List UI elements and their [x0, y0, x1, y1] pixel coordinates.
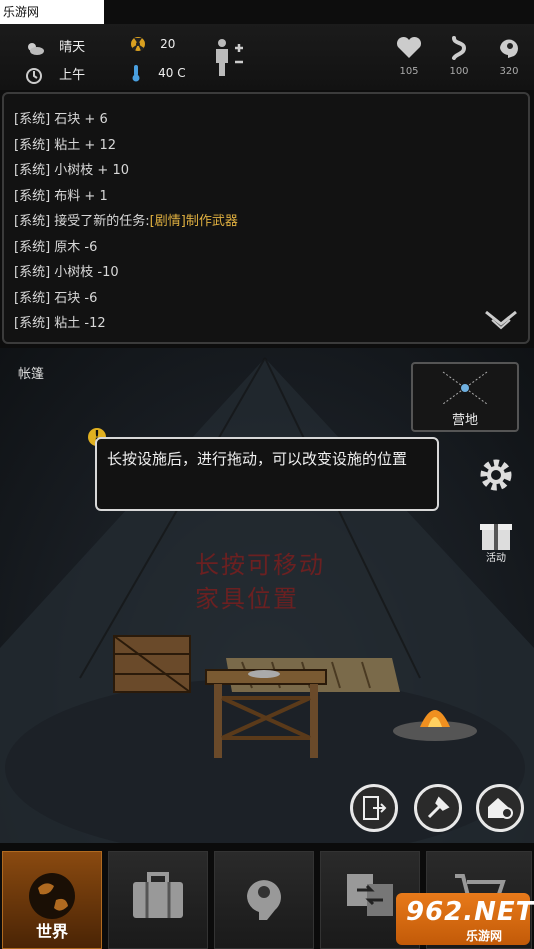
tab-world[interactable]: 世界 — [2, 851, 102, 949]
tab-world-label: 世界 — [35, 922, 68, 941]
radiation-value: 20 — [160, 36, 176, 51]
exit-icon — [363, 796, 387, 820]
temperature-status: 40 C — [130, 64, 186, 82]
tab-inventory[interactable] — [108, 851, 208, 949]
logo-text: 962.NET — [406, 897, 534, 927]
exit-button[interactable] — [350, 784, 398, 832]
log-line: [系统] 粘土 -12 — [14, 316, 106, 331]
site-watermark: 乐游网 www.962.net — [0, 0, 104, 43]
gear-icon — [480, 459, 512, 491]
hint-tooltip: 长按设施后，进行拖动，可以改变设施的位置 — [95, 437, 439, 511]
hunger-value: 100 — [449, 66, 469, 77]
log-line: [系统] 小树枝 -10 — [14, 265, 119, 280]
home-gear-icon — [488, 798, 513, 819]
log-line: [系统] 石块 -6 — [14, 291, 98, 306]
temperature-value: 40 C — [158, 65, 186, 80]
site-logo-watermark: 962.NET 乐游网 — [396, 893, 533, 945]
activity-button[interactable]: 活动 — [474, 518, 518, 564]
mind-stat: 320 — [489, 36, 529, 77]
tent-scene[interactable]: 帐篷 长按可移动 家具位置 营地 ! 长按设施后，进行拖动，可以改变设施的位置 — [0, 348, 534, 843]
logo-subtext: 乐游网 — [466, 929, 503, 943]
home-settings-button[interactable] — [476, 784, 524, 832]
head-gears-icon — [247, 880, 281, 920]
mind-value: 320 — [499, 66, 519, 77]
expand-log-button[interactable] — [484, 310, 518, 334]
activity-label: 活动 — [486, 553, 506, 564]
time-text: 上午 — [59, 68, 86, 83]
crate[interactable] — [112, 634, 192, 694]
gift-icon — [480, 524, 512, 550]
weather-status: 晴天 — [25, 36, 85, 56]
heart-icon — [396, 36, 422, 58]
location-label: 帐篷 — [18, 367, 45, 382]
brain-icon — [500, 39, 518, 58]
log-line: [系统] 布料 + 1 — [14, 189, 108, 204]
system-log[interactable]: [系统] 石块 + 6 [系统] 粘土 + 12 [系统] 小树枝 + 10 [… — [2, 92, 530, 344]
log-line: [系统] 小树枝 + 10 — [14, 163, 129, 178]
suitcase-icon — [133, 872, 183, 918]
compass-icon — [442, 371, 488, 405]
log-line: [系统] 石块 + 6 — [14, 112, 108, 127]
log-line: [系统] 接受了新的任务:[剧情]制作武器 — [14, 214, 238, 229]
weather-text: 晴天 — [59, 40, 86, 55]
globe-icon — [29, 873, 75, 919]
sun-cloud-icon — [28, 42, 44, 55]
build-icon — [427, 796, 450, 819]
map-label: 营地 — [451, 413, 478, 428]
stomach-icon — [452, 36, 467, 60]
log-line: [系统] 粘土 + 12 — [14, 138, 116, 153]
build-button[interactable] — [414, 784, 462, 832]
clock-icon — [26, 67, 42, 84]
chevron-down-icon — [485, 310, 517, 330]
body-button[interactable] — [210, 38, 248, 82]
thermometer-icon — [132, 65, 140, 82]
health-value: 105 — [399, 66, 419, 77]
settings-button[interactable] — [474, 453, 518, 497]
tab-skills[interactable] — [214, 851, 314, 949]
radiation-icon — [131, 37, 145, 51]
wall-text: 长按可移动 家具位置 — [195, 551, 325, 613]
exchange-icon — [347, 874, 393, 916]
radiation-status: 20 — [130, 36, 175, 52]
health-stat: 105 — [389, 36, 429, 77]
status-bar: 晴天 上午 20 40 C 105 100 320 — [0, 24, 534, 90]
body-icon — [216, 39, 243, 76]
workbench[interactable] — [204, 668, 328, 760]
hunger-stat: 100 — [439, 36, 479, 77]
camp-map-button[interactable]: 营地 — [411, 362, 519, 432]
time-status: 上午 — [25, 64, 85, 85]
log-line: [系统] 原木 -6 — [14, 240, 98, 255]
quest-highlight: [剧情]制作武器 — [149, 214, 238, 229]
campfire[interactable] — [390, 693, 480, 743]
